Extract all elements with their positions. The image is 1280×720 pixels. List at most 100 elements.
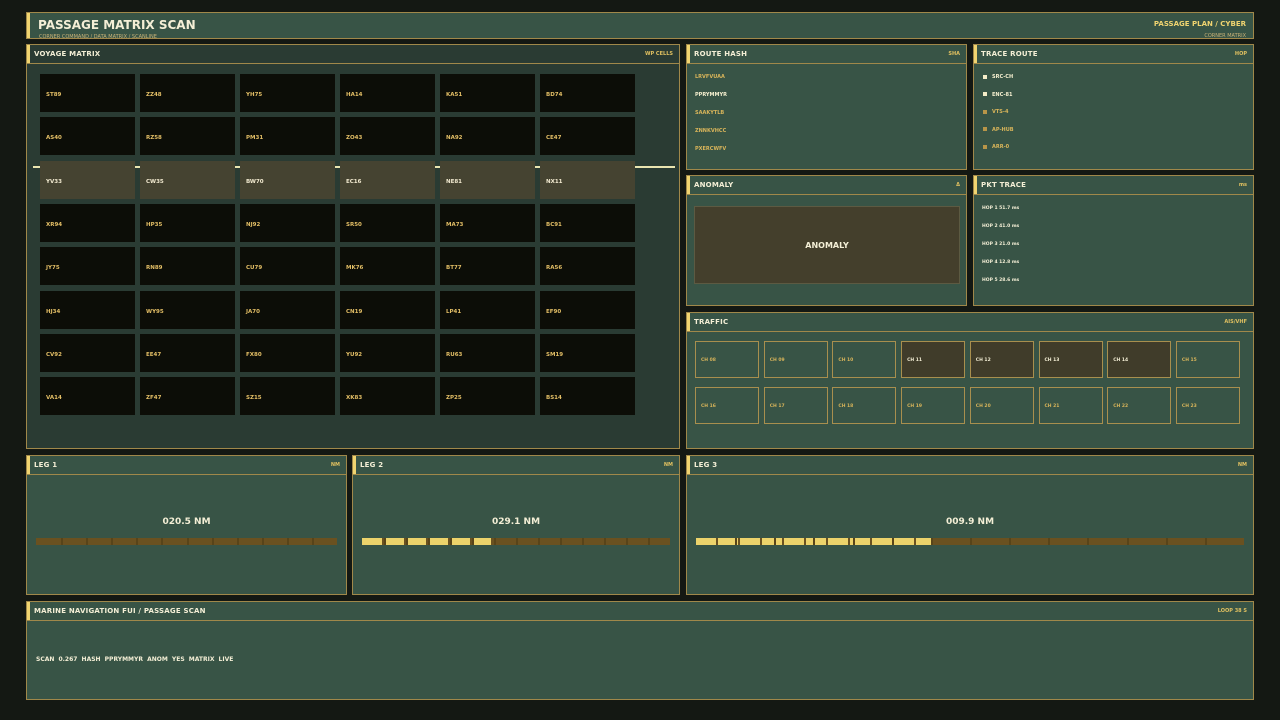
trace-hop[interactable]: VTS-4 [983, 109, 1008, 115]
matrix-cell[interactable]: NX11 [540, 160, 635, 199]
bar-segment-divider [1204, 538, 1207, 545]
panel-tag: HOP [1234, 51, 1247, 57]
matrix-cell[interactable]: HJ34 [40, 290, 135, 329]
route-hash-item[interactable]: PPRYMMYR [695, 92, 727, 98]
matrix-cell[interactable]: CV92 [40, 333, 135, 372]
matrix-cell[interactable]: SM19 [540, 333, 635, 372]
channel-tile[interactable]: CH 22 [1107, 387, 1172, 424]
channel-label: CH 13 [1044, 358, 1060, 363]
matrix-cell[interactable]: BT77 [440, 247, 535, 286]
anomaly-indicator[interactable]: ANOMALY [694, 206, 960, 284]
matrix-cell[interactable]: EC16 [340, 160, 435, 199]
matrix-cell[interactable]: RZ58 [140, 117, 235, 156]
matrix-cell[interactable]: CN19 [340, 290, 435, 329]
matrix-cell[interactable]: RN89 [140, 247, 235, 286]
matrix-cell[interactable]: BS14 [540, 377, 635, 416]
panel-header: LEG 1 NM [27, 456, 346, 475]
matrix-cell[interactable]: MK76 [340, 247, 435, 286]
channel-label: CH 20 [975, 404, 991, 409]
matrix-cell[interactable]: ZF47 [140, 377, 235, 416]
trace-hop[interactable]: AP-HUB [983, 127, 1014, 133]
trace-hop[interactable]: ARR-0 [983, 144, 1009, 150]
channel-tile[interactable]: CH 12 [969, 341, 1034, 378]
panel-title: LEG 2 [360, 461, 384, 469]
trace-hop[interactable]: ENC-81 [983, 92, 1012, 98]
route-hash-panel: ROUTE HASH SHA LRVFVUAA PPRYMMYR SAAKYTLB Z… [686, 44, 967, 170]
matrix-cell[interactable]: CU79 [240, 247, 335, 286]
matrix-cell[interactable]: YV33 [40, 160, 135, 199]
panel-header: PKT TRACE ms [974, 176, 1253, 195]
matrix-cell[interactable]: NE81 [440, 160, 535, 199]
matrix-cell-label: MK76 [346, 265, 364, 272]
header-mode-sub: CORNER MATRIX [1204, 33, 1246, 39]
matrix-cell[interactable]: NA92 [440, 117, 535, 156]
channel-tile[interactable]: CH 19 [901, 387, 966, 424]
channel-label: CH 12 [975, 358, 991, 363]
channel-tile[interactable]: CH 18 [832, 387, 897, 424]
bar-segment-divider [236, 538, 239, 545]
matrix-cell[interactable]: MA73 [440, 203, 535, 242]
matrix-cell[interactable]: EE47 [140, 333, 235, 372]
channel-tile[interactable]: CH 13 [1038, 341, 1103, 378]
matrix-cell[interactable]: SR50 [340, 203, 435, 242]
route-hash-item[interactable]: ZNNKVHCC [695, 128, 726, 134]
trace-hop-label: SRC-CH [992, 74, 1014, 80]
app-header: PASSAGE MATRIX SCAN CORNER COMMAND / DAT… [26, 12, 1254, 40]
panel-header: MARINE NAVIGATION FUI / PASSAGE SCAN LOO… [27, 602, 1253, 621]
matrix-cell[interactable]: AS40 [40, 117, 135, 156]
matrix-cell-label: RU63 [446, 351, 463, 358]
matrix-cell[interactable]: CE47 [540, 117, 635, 156]
matrix-cell[interactable]: BC91 [540, 203, 635, 242]
trace-hop[interactable]: SRC-CH [983, 74, 1013, 80]
route-hash-item[interactable]: PXERCWFV [695, 146, 726, 152]
matrix-cell[interactable]: HA14 [340, 74, 435, 112]
channel-tile[interactable]: CH 21 [1038, 387, 1103, 424]
route-hash-item[interactable]: LRVFVUAA [695, 74, 725, 80]
matrix-cell[interactable]: ZP25 [440, 377, 535, 416]
matrix-cell-label: BD74 [546, 92, 563, 98]
matrix-cell[interactable]: XK83 [340, 377, 435, 416]
channel-tile[interactable]: CH 15 [1175, 341, 1240, 378]
matrix-cell[interactable]: BD74 [540, 74, 635, 112]
matrix-cell[interactable]: EF90 [540, 290, 635, 329]
channel-tile[interactable]: CH 17 [763, 387, 828, 424]
matrix-cell[interactable]: RA56 [540, 247, 635, 286]
channel-tile[interactable]: CH 09 [763, 341, 828, 378]
matrix-cell[interactable]: VA14 [40, 377, 135, 416]
matrix-cell[interactable]: ZZ48 [140, 74, 235, 112]
matrix-cell[interactable]: ZO43 [340, 117, 435, 156]
panel-title: TRAFFIC [694, 318, 729, 326]
matrix-cell[interactable]: XR94 [40, 203, 135, 242]
bar-segment-divider [626, 538, 628, 545]
matrix-cell[interactable]: YU92 [340, 333, 435, 372]
matrix-cell[interactable]: JA70 [240, 290, 335, 329]
matrix-cell[interactable]: YH75 [240, 74, 335, 112]
matrix-cell[interactable]: WY95 [140, 290, 235, 329]
channel-tile[interactable]: CH 23 [1175, 387, 1240, 424]
channel-tile[interactable]: CH 11 [901, 341, 966, 378]
matrix-cell[interactable]: JY75 [40, 247, 135, 286]
channel-tile[interactable]: CH 08 [695, 341, 759, 378]
matrix-cell[interactable]: ST89 [40, 74, 135, 112]
matrix-cell[interactable]: FX80 [240, 333, 335, 372]
hop-square-icon [983, 92, 987, 96]
matrix-cell[interactable]: BW70 [240, 160, 335, 199]
matrix-cell[interactable]: RU63 [440, 333, 535, 372]
header-mode[interactable]: PASSAGE PLAN / CYBER [1154, 20, 1246, 28]
channel-tile[interactable]: CH 20 [969, 387, 1034, 424]
bar-segment-divider [472, 538, 474, 545]
matrix-cell[interactable]: SZ15 [240, 377, 335, 416]
route-hash-item[interactable]: SAAKYTLB [695, 110, 724, 116]
channel-tile[interactable]: CH 16 [695, 387, 759, 424]
matrix-cell[interactable]: HP35 [140, 203, 235, 242]
matrix-cell-label: NA92 [446, 135, 463, 142]
channel-tile[interactable]: CH 10 [832, 341, 897, 378]
matrix-cell[interactable]: CW35 [140, 160, 235, 199]
matrix-cell[interactable]: LP41 [440, 290, 535, 329]
channel-tile[interactable]: CH 14 [1107, 341, 1172, 378]
matrix-cell[interactable]: PM31 [240, 117, 335, 156]
matrix-cell-label: FX80 [246, 351, 262, 358]
matrix-cell[interactable]: KA51 [440, 74, 535, 112]
matrix-cell[interactable]: NJ92 [240, 203, 335, 242]
matrix-cell-label: YV33 [46, 178, 62, 185]
